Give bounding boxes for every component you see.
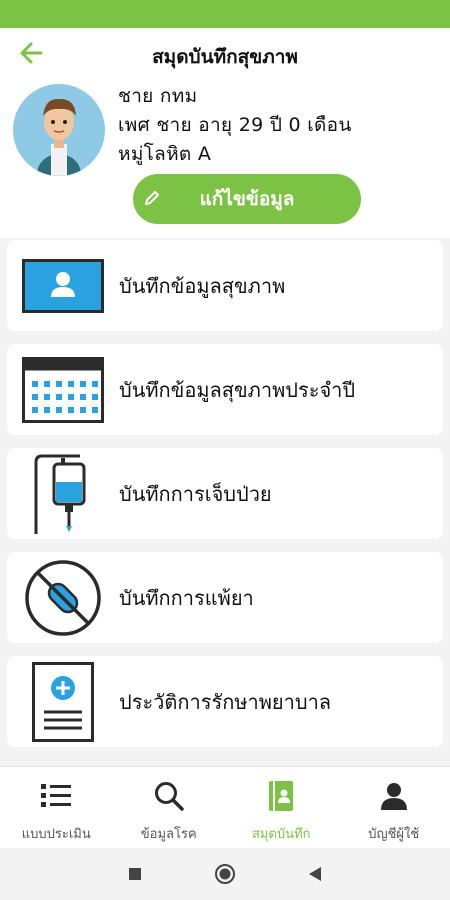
medical-document-icon [32, 661, 94, 742]
system-navigation-bar [0, 848, 450, 900]
edit-profile-label: แก้ไขข้อมูล [199, 188, 295, 210]
record-menu: บันทึกข้อมูลสุขภาพ บันทึกข้อมูลสุขภาพประ… [7, 240, 443, 760]
nav-label: บัญชีผู้ใช้ [368, 827, 420, 842]
profile-gender-age: เพศ ชาย อายุ 29 ปี 0 เดือน [118, 114, 352, 136]
menu-item-annual-health-record[interactable]: บันทึกข้อมูลสุขภาพประจำปี [7, 344, 443, 435]
bottom-navigation: แบบประเมิน ข้อมูลโรค สมุดบันทึก บัญชีผู้… [0, 766, 450, 848]
back-triangle-icon[interactable] [308, 866, 322, 882]
menu-item-treatment-history[interactable]: ประวัติการรักษาพยาบาล [7, 656, 443, 747]
nav-user-account[interactable]: บัญชีผู้ใช้ [338, 767, 450, 848]
status-bar [0, 0, 450, 28]
menu-item-drug-allergy-record[interactable]: บันทึกการแพ้ยา [7, 552, 443, 643]
nav-label: ข้อมูลโรค [140, 827, 197, 842]
user-icon [380, 783, 407, 810]
list-icon [41, 784, 72, 807]
notebook-icon [269, 781, 294, 811]
nav-label: สมุดบันทึก [251, 827, 311, 842]
page-title: สมุดบันทึกสุขภาพ [152, 46, 298, 68]
menu-item-label: บันทึกการแพ้ยา [119, 585, 254, 610]
nav-disease-info[interactable]: ข้อมูลโรค [113, 767, 226, 848]
profile-info: ชาย กทม เพศ ชาย อายุ 29 ปี 0 เดือน หมู่โ… [118, 82, 352, 169]
id-card-icon [22, 258, 104, 313]
search-icon [154, 782, 184, 811]
profile-blood-type: หมู่โลหิต A [118, 143, 212, 165]
no-pill-icon [25, 559, 101, 636]
avatar [13, 84, 105, 176]
menu-item-label: บันทึกการเจ็บป่วย [119, 481, 272, 506]
menu-item-label: บันทึกข้อมูลสุขภาพ [119, 273, 286, 298]
recent-apps-icon[interactable] [128, 867, 142, 881]
menu-item-label: ประวัติการรักษาพยาบาล [119, 689, 332, 714]
edit-profile-button[interactable]: แก้ไขข้อมูล [133, 174, 361, 224]
menu-item-label: บันทึกข้อมูลสุขภาพประจำปี [119, 377, 356, 402]
nav-label: แบบประเมิน [21, 827, 91, 842]
menu-item-illness-record[interactable]: บันทึกการเจ็บป่วย [7, 448, 443, 539]
calendar-icon [22, 356, 104, 423]
profile-header: สมุดบันทึกสุขภาพ ชาย กทม เพศ ชาย อายุ 29… [0, 28, 450, 238]
home-icon[interactable] [214, 863, 236, 885]
nav-assessment[interactable]: แบบประเมิน [0, 767, 113, 848]
iv-drip-icon [34, 454, 86, 534]
menu-item-health-record[interactable]: บันทึกข้อมูลสุขภาพ [7, 240, 443, 331]
nav-notebook[interactable]: สมุดบันทึก [225, 767, 338, 848]
profile-name: ชาย กทม [118, 85, 198, 107]
pencil-icon [145, 191, 159, 205]
